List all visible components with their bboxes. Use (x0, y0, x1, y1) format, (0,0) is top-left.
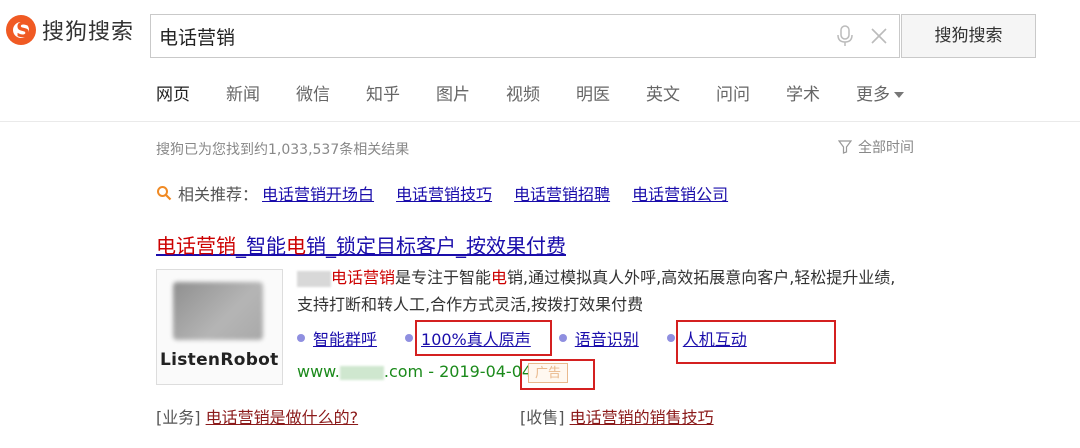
header-divider (0, 121, 1080, 122)
search-icon (157, 186, 172, 201)
sogou-logo[interactable]: S 搜狗搜索 (6, 14, 134, 46)
tab-mingyi[interactable]: 明医 (576, 82, 610, 108)
bottom-link-2: [收售] 电话营销的销售技巧 (520, 404, 714, 428)
clear-icon[interactable] (869, 25, 889, 47)
link-category: [业务] (156, 408, 201, 427)
result-count: 搜狗已为您找到约1,033,537条相关结果 (156, 142, 410, 158)
extra-link[interactable]: 电话营销是做什么的? (206, 408, 359, 427)
blurred-image (173, 282, 263, 340)
funnel-icon (838, 140, 852, 154)
vertical-tabs: 网页 新闻 微信 知乎 图片 视频 明医 英文 问问 学术 更多 (156, 82, 940, 108)
tab-zhihu[interactable]: 知乎 (366, 82, 400, 108)
title-text: _智能 (236, 234, 286, 258)
search-input[interactable] (151, 15, 829, 57)
related-link[interactable]: 电话营销技巧 (396, 181, 492, 205)
ad-url[interactable]: www. .com - 2019-04-04 (297, 362, 532, 381)
ad-description: 电话营销是专注于智能电销,通过模拟真人外呼,高效拓展意向客户,轻松提升业绩,支持… (297, 264, 907, 318)
bullet-dot (405, 334, 414, 342)
thumbnail-brand: ListenRobot (160, 350, 279, 370)
tab-news[interactable]: 新闻 (226, 82, 260, 108)
extra-link[interactable]: 电话营销的销售技巧 (570, 408, 714, 427)
sitelink-speech-recognition[interactable]: 语音识别 (575, 326, 639, 350)
title-keyword: 电 (286, 234, 306, 258)
tab-more[interactable]: 更多 (856, 82, 904, 108)
redacted-text (297, 270, 331, 287)
link-category: [收售] (520, 408, 565, 427)
title-text: 销_锁定目标客户_按效果付费 (306, 234, 566, 258)
url-prefix: www. (297, 362, 340, 381)
tab-wenwen[interactable]: 问问 (716, 82, 750, 108)
tab-english[interactable]: 英文 (646, 82, 680, 108)
sogou-logo-icon: S (6, 15, 36, 45)
tab-video[interactable]: 视频 (506, 82, 540, 108)
ad-thumbnail[interactable]: ListenRobot (156, 269, 283, 385)
bullet-dot (666, 334, 675, 342)
annotation-box-interaction (676, 320, 836, 364)
related-link[interactable]: 电话营销开场白 (262, 181, 374, 205)
sitelink-smart-call[interactable]: 智能群呼 (313, 326, 377, 350)
desc-keyword: 电 (491, 268, 508, 287)
url-suffix: .com - 2019-04-04 (383, 362, 533, 381)
related-searches: 相关推荐： 电话营销开场白 电话营销技巧 电话营销招聘 电话营销公司 (156, 181, 750, 205)
ad-badge: 广告 (528, 363, 568, 383)
tab-scholar[interactable]: 学术 (786, 82, 820, 108)
tab-images[interactable]: 图片 (436, 82, 470, 108)
tab-wechat[interactable]: 微信 (296, 82, 330, 108)
desc-keyword: 电话营销 (331, 268, 396, 287)
bottom-link-1: [业务] 电话营销是做什么的? (156, 404, 358, 428)
time-filter[interactable]: 全部时间 (838, 137, 914, 157)
time-filter-label: 全部时间 (858, 140, 914, 156)
related-label: 相关推荐： (178, 185, 259, 204)
desc-text: 是专注于智能 (395, 268, 492, 287)
bullet-dot (297, 334, 305, 342)
related-link[interactable]: 电话营销公司 (632, 181, 728, 205)
caret-down-icon (894, 92, 904, 98)
redacted-domain (339, 365, 384, 380)
logo-text: 搜狗搜索 (42, 20, 135, 45)
bullet-dot (558, 334, 567, 342)
tab-more-label: 更多 (856, 85, 890, 105)
sitelink-item: 智能群呼 (297, 326, 377, 350)
related-link[interactable]: 电话营销招聘 (514, 181, 610, 205)
sitelink-item: 语音识别 (558, 326, 639, 350)
microphone-icon[interactable] (835, 25, 855, 47)
title-keyword: 电话营销 (156, 234, 236, 258)
annotation-box-real-voice (415, 320, 552, 356)
ad-result-title[interactable]: 电话营销_智能电销_锁定目标客户_按效果付费 (156, 230, 566, 259)
search-button[interactable]: 搜狗搜索 (901, 14, 1036, 58)
search-box (150, 14, 900, 58)
tab-web[interactable]: 网页 (156, 82, 190, 108)
